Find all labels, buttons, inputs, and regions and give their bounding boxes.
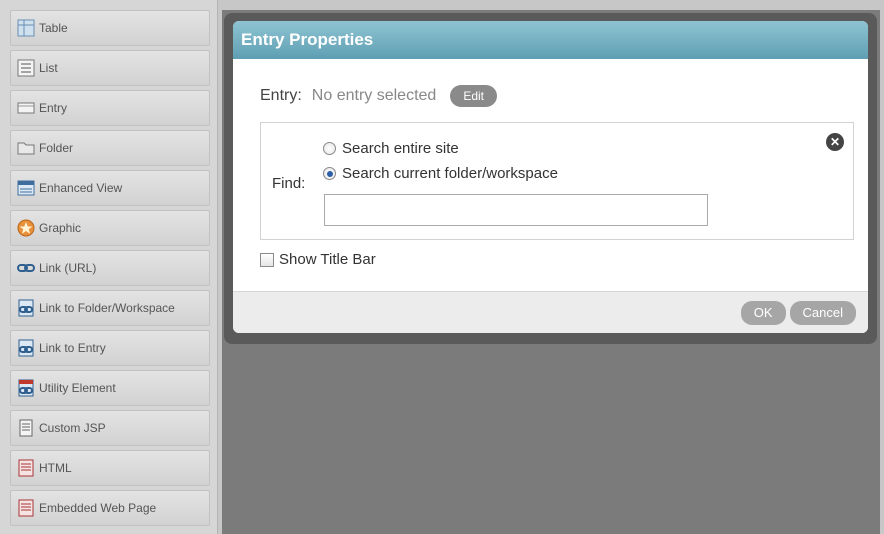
palette-item-link-folder[interactable]: Link to Folder/Workspace	[10, 290, 210, 326]
palette-item-folder[interactable]: Folder	[10, 130, 210, 166]
list-icon	[17, 59, 35, 77]
utility-element-icon	[17, 379, 35, 397]
palette-item-list[interactable]: List	[10, 50, 210, 86]
link-entry-icon	[17, 339, 35, 357]
palette-item-enhanced-view[interactable]: Enhanced View	[10, 170, 210, 206]
palette-item-label: Graphic	[39, 221, 82, 235]
find-label: Find:	[272, 175, 306, 192]
show-title-bar-row[interactable]: Show Title Bar	[260, 251, 376, 268]
palette-item-label: Entry	[39, 101, 68, 115]
embedded-web-page-icon	[17, 499, 35, 517]
palette-item-embedded-web-page[interactable]: Embedded Web Page	[10, 490, 210, 526]
element-palette: Table List Entry Folder Enhanced View Gr…	[0, 0, 218, 534]
find-panel: Find: Search entire site Search current …	[260, 122, 854, 240]
palette-item-label: Table	[39, 21, 68, 35]
edit-button[interactable]: Edit	[450, 85, 497, 107]
radio-search-current-folder[interactable]: Search current folder/workspace	[323, 165, 558, 182]
show-title-bar-label: Show Title Bar	[279, 251, 376, 268]
radio-label: Search entire site	[342, 140, 459, 157]
search-input[interactable]	[324, 194, 708, 226]
graphic-icon	[17, 219, 35, 237]
palette-item-graphic[interactable]: Graphic	[10, 210, 210, 246]
palette-item-link-url[interactable]: Link (URL)	[10, 250, 210, 286]
show-title-bar-checkbox[interactable]	[260, 252, 274, 267]
palette-item-table[interactable]: Table	[10, 10, 210, 46]
radio-button[interactable]	[323, 142, 336, 155]
folder-icon	[17, 139, 35, 157]
entry-icon	[17, 99, 35, 117]
ok-button[interactable]: OK	[740, 301, 786, 325]
entry-row: Entry: No entry selected Edit	[260, 85, 497, 107]
palette-item-label: Link to Entry	[39, 341, 106, 355]
html-icon	[17, 459, 35, 477]
link-icon	[17, 259, 35, 277]
palette-item-label: Utility Element	[39, 381, 116, 395]
footer-buttons: OK Cancel	[740, 301, 856, 325]
enhanced-view-icon	[17, 179, 35, 197]
dialog-footer: OK Cancel	[233, 291, 868, 333]
entry-label: Entry:	[260, 87, 302, 104]
table-icon	[17, 19, 35, 37]
radio-label: Search current folder/workspace	[342, 165, 558, 182]
palette-item-label: Link to Folder/Workspace	[39, 301, 175, 315]
entry-value: No entry selected	[311, 87, 437, 104]
custom-jsp-icon	[17, 419, 35, 437]
cancel-button[interactable]: Cancel	[789, 301, 856, 325]
entry-properties-dialog: Entry Properties Entry: No entry selecte…	[233, 21, 868, 333]
palette-item-entry[interactable]: Entry	[10, 90, 210, 126]
palette-item-html[interactable]: HTML	[10, 450, 210, 486]
palette-item-label: Custom JSP	[39, 421, 106, 435]
palette-item-label: Embedded Web Page	[39, 501, 157, 515]
link-folder-icon	[17, 299, 35, 317]
palette-item-label: Enhanced View	[39, 181, 123, 195]
palette-item-label: List	[39, 61, 58, 75]
palette-item-custom-jsp[interactable]: Custom JSP	[10, 410, 210, 446]
radio-search-entire-site[interactable]: Search entire site	[323, 140, 459, 157]
radio-button-checked[interactable]	[323, 167, 336, 180]
palette-item-label: Folder	[39, 141, 74, 155]
dialog-title: Entry Properties	[233, 21, 868, 59]
palette-item-label: Link (URL)	[39, 261, 97, 275]
close-icon[interactable]: ✕	[826, 133, 844, 151]
palette-item-utility-element[interactable]: Utility Element	[10, 370, 210, 406]
palette-item-label: HTML	[39, 461, 72, 475]
palette-item-link-entry[interactable]: Link to Entry	[10, 330, 210, 366]
